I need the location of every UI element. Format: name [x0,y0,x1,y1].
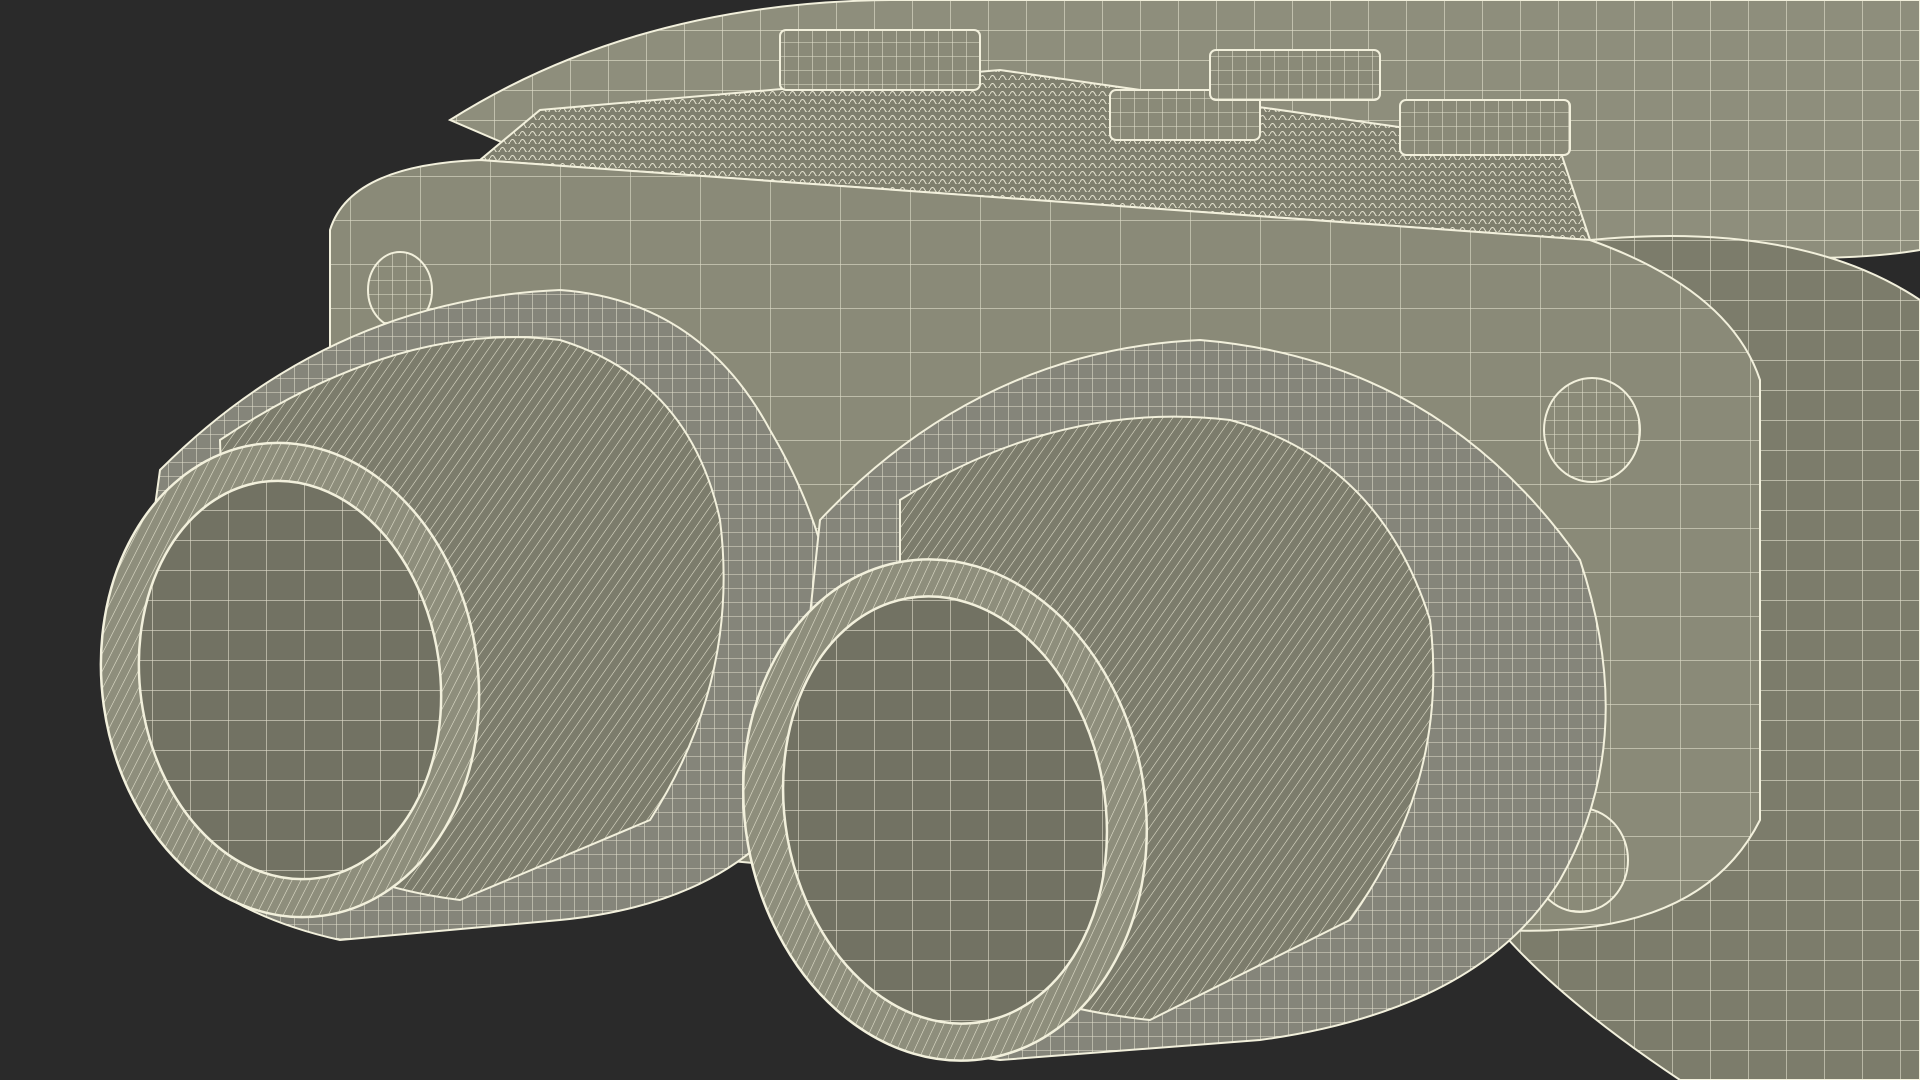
screw-right-upper [1543,377,1641,483]
wireframe-render [99,0,1920,1080]
render-viewport [0,0,1920,1080]
left-eyepiece [99,288,838,942]
